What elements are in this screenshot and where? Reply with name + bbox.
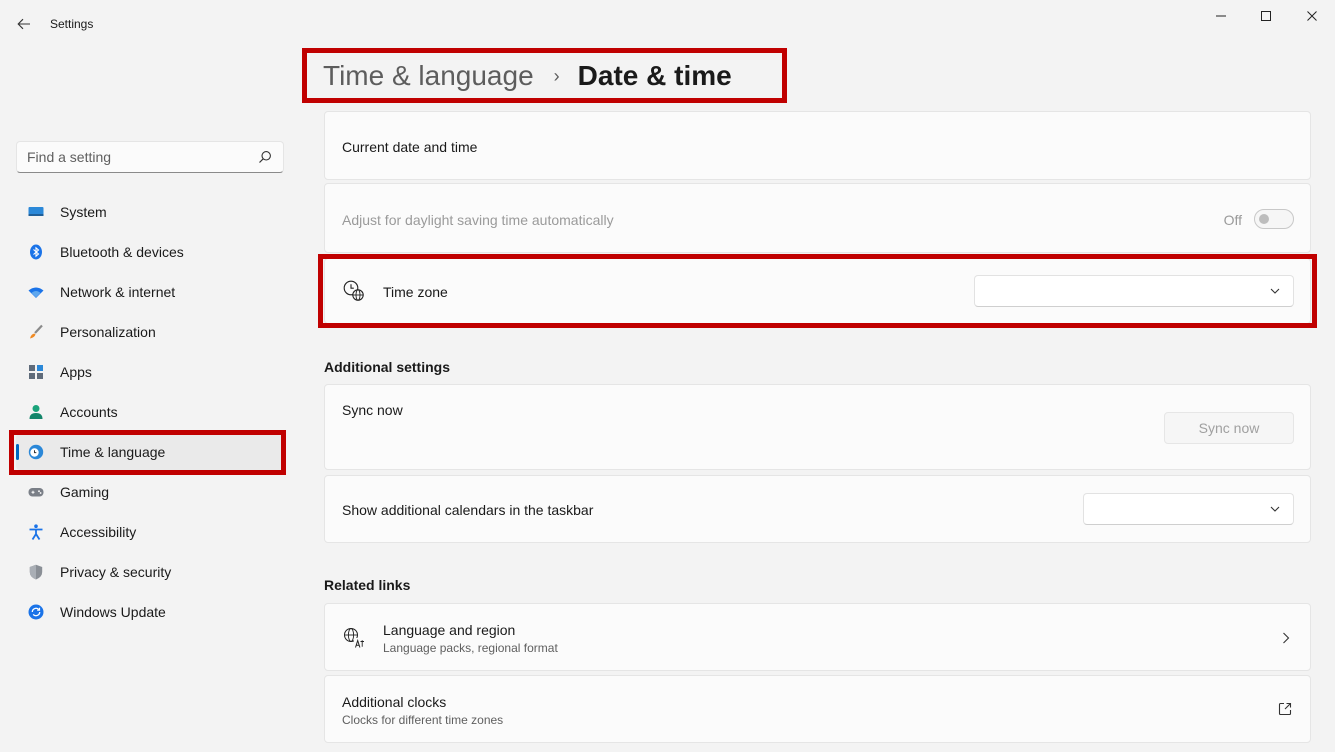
title-bar: Settings: [0, 0, 1335, 48]
app-title: Settings: [50, 17, 94, 31]
language-region-link[interactable]: Language and region Language packs, regi…: [324, 603, 1311, 671]
apps-icon: [28, 364, 44, 380]
sidebar-item-personalization[interactable]: Personalization: [16, 314, 284, 350]
current-date-time-label: Current date and time: [342, 139, 478, 155]
additional-calendars-label: Show additional calendars in the taskbar: [342, 502, 594, 518]
sync-now-card: Sync now Sync now: [324, 384, 1311, 470]
close-icon: [1307, 11, 1317, 21]
open-external-icon: [1278, 702, 1292, 716]
search-icon[interactable]: [257, 149, 273, 165]
sidebar-item-label: Personalization: [60, 324, 156, 340]
sync-now-label: Sync now: [342, 402, 403, 418]
chevron-right-icon: [1282, 631, 1292, 645]
language-region-label: Language and region: [383, 622, 516, 638]
sidebar-item-label: Network & internet: [60, 284, 176, 300]
breadcrumb-separator-icon: ›: [553, 65, 560, 86]
sidebar-item-apps[interactable]: Apps: [16, 354, 284, 390]
sync-now-button[interactable]: Sync now: [1164, 412, 1294, 444]
additional-clocks-link[interactable]: Additional clocks Clocks for different t…: [324, 675, 1311, 743]
time-zone-label: Time zone: [383, 284, 448, 300]
person-icon: [28, 404, 44, 420]
search-box[interactable]: [16, 141, 284, 173]
daylight-saving-state: Off: [1223, 212, 1242, 228]
search-input[interactable]: [27, 149, 257, 165]
back-button[interactable]: [12, 12, 36, 36]
toggle-knob: [1259, 214, 1269, 224]
bluetooth-icon: [28, 244, 44, 260]
sidebar-item-label: Gaming: [60, 484, 110, 500]
additional-calendars-dropdown[interactable]: [1083, 493, 1294, 525]
sidebar-item-label: System: [60, 204, 107, 220]
minimize-button[interactable]: [1201, 4, 1241, 28]
language-region-sublabel: Language packs, regional format: [383, 641, 558, 655]
back-arrow-icon: [17, 18, 30, 30]
sidebar-item-privacy-security[interactable]: Privacy & security: [16, 554, 284, 590]
breadcrumb-parent[interactable]: Time & language: [323, 60, 534, 92]
language-icon: [343, 627, 365, 649]
accessibility-icon: [28, 524, 44, 540]
sidebar-item-label: Accessibility: [60, 524, 137, 540]
sidebar-item-system[interactable]: System: [16, 194, 284, 230]
sidebar-item-time-language[interactable]: Time & language: [16, 434, 284, 470]
additional-calendars-card: Show additional calendars in the taskbar: [324, 475, 1311, 543]
breadcrumb: Time & language › Date & time: [323, 58, 732, 94]
gamepad-icon: [28, 484, 44, 500]
clock-globe-icon: [343, 280, 365, 302]
daylight-saving-toggle[interactable]: [1254, 209, 1294, 229]
sidebar-item-bluetooth-devices[interactable]: Bluetooth & devices: [16, 234, 284, 270]
sidebar-nav: System Bluetooth & devices Network & int…: [16, 194, 284, 634]
paintbrush-icon: [28, 324, 44, 340]
close-button[interactable]: [1292, 4, 1332, 28]
sidebar-item-label: Windows Update: [60, 604, 166, 620]
sidebar-item-gaming[interactable]: Gaming: [16, 474, 284, 510]
maximize-icon: [1261, 11, 1271, 21]
additional-settings-heading: Additional settings: [324, 359, 450, 375]
sidebar-item-accounts[interactable]: Accounts: [16, 394, 284, 430]
time-zone-dropdown[interactable]: [974, 275, 1294, 307]
chevron-down-icon: [1269, 285, 1281, 297]
time-zone-card: Time zone: [324, 258, 1311, 324]
daylight-saving-card: Adjust for daylight saving time automati…: [324, 183, 1311, 253]
sidebar-item-label: Privacy & security: [60, 564, 172, 580]
maximize-button[interactable]: [1246, 4, 1286, 28]
sidebar-item-windows-update[interactable]: Windows Update: [16, 594, 284, 630]
shield-icon: [28, 564, 44, 580]
sidebar-item-label: Bluetooth & devices: [60, 244, 184, 260]
page-title: Date & time: [577, 60, 732, 91]
wifi-icon: [28, 284, 44, 300]
sidebar-item-network-internet[interactable]: Network & internet: [16, 274, 284, 310]
additional-clocks-sublabel: Clocks for different time zones: [342, 713, 504, 727]
sidebar-item-accessibility[interactable]: Accessibility: [16, 514, 284, 550]
sidebar-item-label: Apps: [60, 364, 92, 380]
globe-clock-icon: [28, 444, 44, 460]
additional-clocks-label: Additional clocks: [342, 694, 447, 710]
monitor-icon: [28, 204, 44, 220]
minimize-icon: [1216, 15, 1226, 17]
sidebar-item-label: Time & language: [60, 444, 166, 460]
chevron-down-icon: [1269, 503, 1281, 515]
update-icon: [28, 604, 44, 620]
related-links-heading: Related links: [324, 577, 411, 593]
sidebar-item-label: Accounts: [60, 404, 118, 420]
daylight-saving-label: Adjust for daylight saving time automati…: [342, 212, 614, 228]
current-date-time-card[interactable]: Current date and time: [324, 111, 1311, 180]
